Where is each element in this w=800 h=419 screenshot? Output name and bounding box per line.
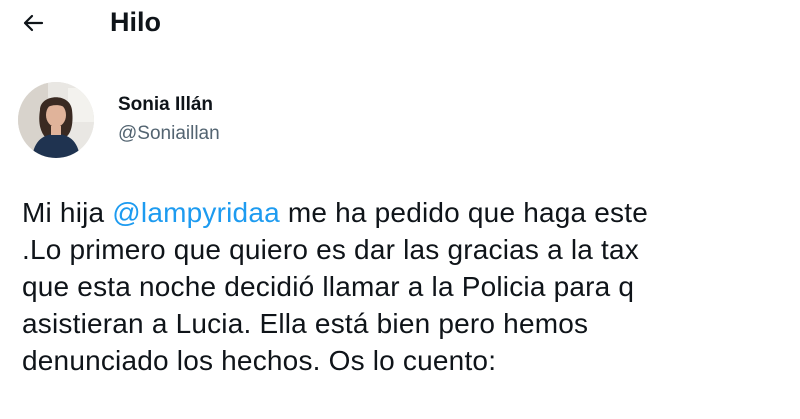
- tweet-author: Sonia Illán @Soniaillan: [18, 82, 618, 162]
- back-button[interactable]: [14, 6, 52, 40]
- author-name[interactable]: Sonia Illán: [118, 93, 213, 117]
- author-handle[interactable]: @Soniaillan: [118, 122, 220, 146]
- text-segment: me ha pedido que haga este: [279, 197, 649, 228]
- tweet-line-5: denunciado los hechos. Os lo cuento:: [22, 345, 497, 376]
- text-segment: Mi hija: [22, 197, 113, 228]
- tweet-line-2: .Lo primero que quiero es dar las gracia…: [22, 234, 639, 265]
- avatar[interactable]: [18, 82, 94, 158]
- tweet-line-4: asistieran a Lucia. Ella está bien pero …: [22, 308, 589, 339]
- arrow-left-icon: [22, 14, 44, 32]
- tweet-line-1: Mi hija @lampyridaa me ha pedido que hag…: [22, 194, 800, 231]
- tweet-text: Mi hija @lampyridaa me ha pedido que hag…: [22, 194, 800, 419]
- top-bar: Hilo: [0, 0, 800, 50]
- page-title: Hilo: [110, 7, 161, 37]
- tweet-line-3: que esta noche decidió llamar a la Polic…: [22, 271, 635, 302]
- mention-link[interactable]: @lampyridaa: [112, 197, 280, 228]
